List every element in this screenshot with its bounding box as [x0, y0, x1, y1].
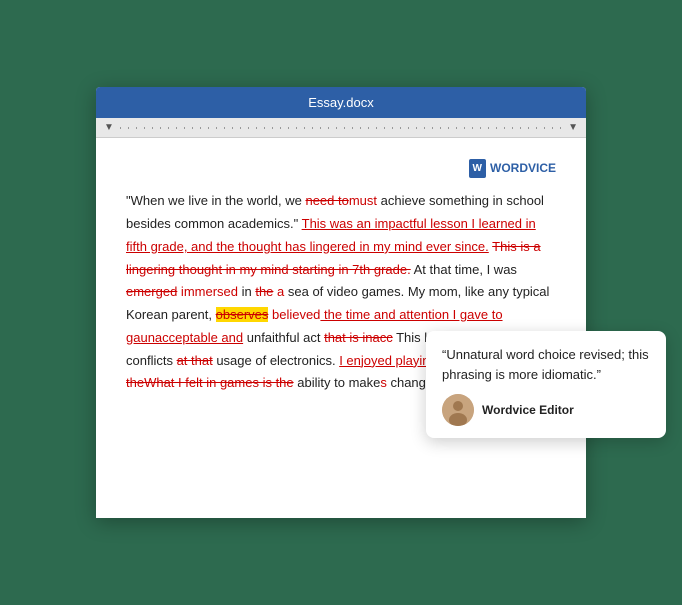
unfaithful: unfaithful act: [243, 330, 324, 345]
at-that-strike: at that: [177, 353, 213, 368]
must-insert: must: [349, 193, 377, 208]
need-to-strikethrough: need to: [305, 193, 348, 208]
wordvice-text: WORDVICE: [490, 158, 556, 178]
what-felt-strike: What I felt in games is the: [144, 375, 294, 390]
that-inacc-strike: that is inacc: [324, 330, 393, 345]
wordvice-icon: W: [469, 159, 486, 178]
tooltip-footer: Wordvice Editor: [442, 394, 650, 426]
ruler-arrow-right: ▼: [568, 122, 578, 133]
ruler-line: [120, 127, 562, 129]
tooltip-box: “Unnatural word choice revised; this phr…: [426, 331, 666, 438]
usage: usage of electronics.: [213, 353, 339, 368]
the-strike: the: [255, 284, 273, 299]
believed-insert: believed: [268, 307, 320, 322]
unacceptable-link: unacceptable and: [140, 330, 243, 345]
ruler: ▼ ▼: [96, 118, 586, 138]
a-insert: a: [273, 284, 284, 299]
document-title: Essay.docx: [308, 95, 374, 110]
immersed-insert: immersed: [177, 284, 238, 299]
emerged-strike: emerged: [126, 284, 177, 299]
observes-highlight: observes: [216, 307, 269, 322]
document-window: Essay.docx ▼ ▼ W WORDVICE "When we live …: [96, 87, 586, 518]
tooltip-quote: “Unnatural word choice revised; this phr…: [442, 345, 650, 384]
ruler-arrow-left: ▼: [104, 122, 114, 133]
open-quote: "When we live in the world, we: [126, 193, 305, 208]
ability: ability to make: [294, 375, 381, 390]
wordvice-logo: W WORDVICE: [126, 158, 556, 178]
editor-avatar: [442, 394, 474, 426]
editor-name-label: Wordvice Editor: [482, 400, 574, 420]
avatar-image: [442, 394, 474, 426]
in-normal: in: [238, 284, 255, 299]
document-content: W WORDVICE "When we live in the world, w…: [96, 138, 586, 518]
at-that-time: At that time, I was: [411, 262, 517, 277]
title-bar: Essay.docx: [96, 87, 586, 118]
